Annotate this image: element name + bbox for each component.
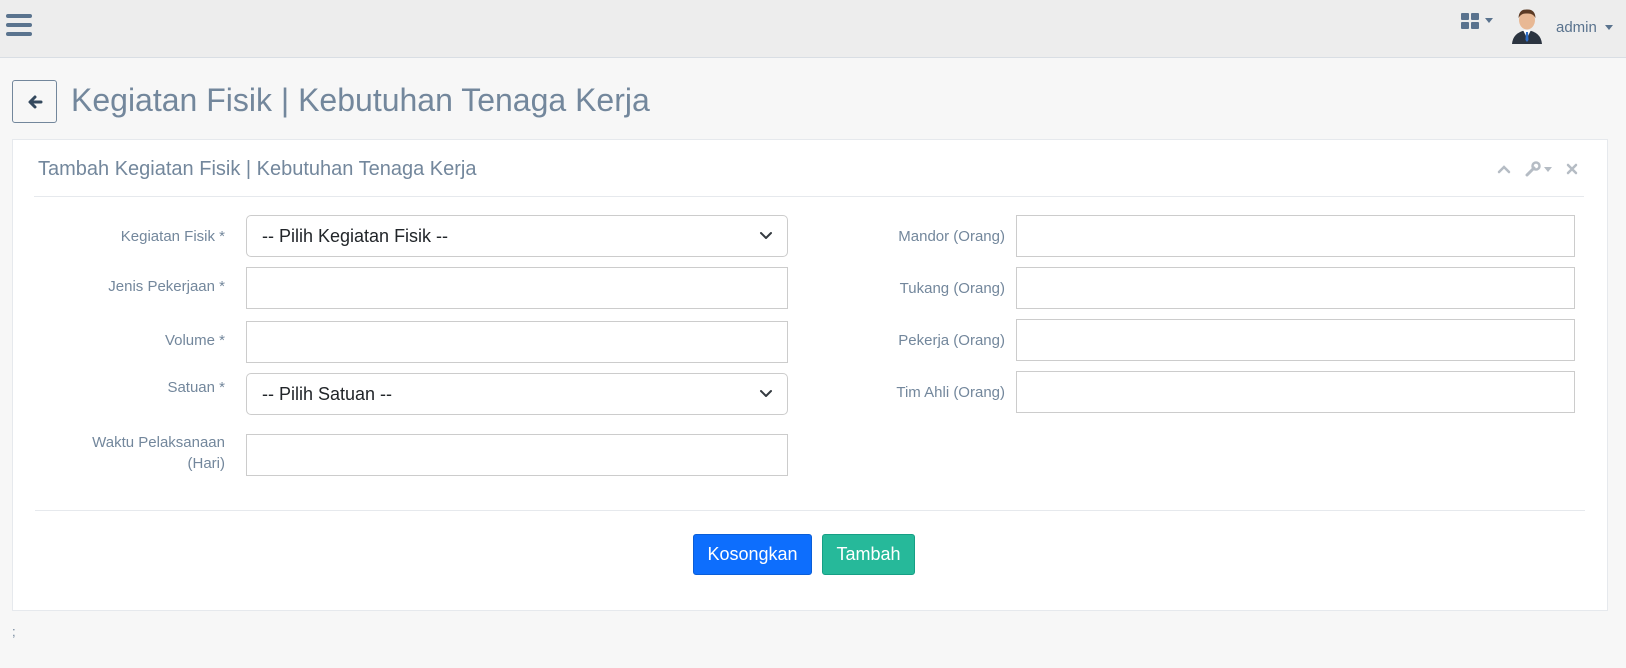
- kegiatan-fisik-selected: -- Pilih Kegiatan Fisik --: [262, 225, 449, 246]
- arrow-left-icon: [28, 95, 42, 108]
- username-label: admin: [1556, 18, 1597, 36]
- collapse-panel-button[interactable]: [1497, 164, 1511, 174]
- grid-icon: [1461, 13, 1479, 29]
- wrench-icon: [1525, 161, 1541, 177]
- close-panel-button[interactable]: [1566, 163, 1578, 175]
- tim-ahli-input[interactable]: [1016, 371, 1575, 413]
- panel-title: Tambah Kegiatan Fisik | Kebutuhan Tenaga…: [38, 158, 477, 180]
- satuan-label: Satuan *: [167, 379, 225, 396]
- reset-button[interactable]: Kosongkan: [693, 534, 812, 575]
- waktu-pelaksanaan-label: Waktu Pelaksanaan (Hari): [13, 432, 225, 474]
- submit-button[interactable]: Tambah: [822, 534, 915, 575]
- user-menu[interactable]: admin: [1556, 17, 1613, 37]
- chevron-down-icon: [760, 390, 772, 397]
- form-panel: Tambah Kegiatan Fisik | Kebutuhan Tenaga…: [12, 139, 1608, 611]
- avatar[interactable]: [1510, 8, 1544, 44]
- tim-ahli-label: Tim Ahli (Orang): [896, 384, 1005, 401]
- waktu-label-line2: (Hari): [187, 455, 226, 472]
- footer-text: ;: [12, 624, 16, 639]
- back-button[interactable]: [12, 80, 57, 123]
- close-icon: [1566, 163, 1578, 175]
- panel-divider: [34, 196, 1584, 197]
- form-divider: [35, 510, 1585, 511]
- kegiatan-fisik-label: Kegiatan Fisik *: [120, 228, 225, 245]
- tukang-input[interactable]: [1016, 267, 1575, 309]
- jenis-pekerjaan-input[interactable]: [246, 267, 788, 309]
- caret-down-icon: [1544, 166, 1552, 172]
- page-title: Kegiatan Fisik | Kebutuhan Tenaga Kerja: [71, 82, 650, 118]
- caret-down-icon: [1485, 18, 1493, 23]
- settings-dropdown-button[interactable]: [1525, 161, 1552, 177]
- chevron-up-icon: [1497, 165, 1511, 174]
- top-navbar: admin: [0, 0, 1626, 58]
- mandor-input[interactable]: [1016, 215, 1575, 257]
- caret-down-icon: [1604, 24, 1613, 30]
- waktu-pelaksanaan-input[interactable]: [246, 434, 788, 476]
- chevron-down-icon: [760, 232, 772, 239]
- hamburger-menu-icon[interactable]: [6, 14, 32, 38]
- pekerja-input[interactable]: [1016, 319, 1575, 361]
- pekerja-label: Pekerja (Orang): [898, 332, 1005, 349]
- tukang-label: Tukang (Orang): [899, 280, 1005, 297]
- jenis-pekerjaan-label: Jenis Pekerjaan *: [108, 278, 225, 295]
- apps-grid-dropdown[interactable]: [1461, 13, 1499, 29]
- satuan-selected: -- Pilih Satuan --: [262, 383, 393, 404]
- satuan-select[interactable]: -- Pilih Satuan --: [246, 373, 788, 415]
- volume-label: Volume *: [164, 332, 225, 349]
- volume-input[interactable]: [246, 321, 788, 363]
- waktu-label-line1: Waktu Pelaksanaan: [92, 434, 225, 451]
- kegiatan-fisik-select[interactable]: -- Pilih Kegiatan Fisik --: [246, 215, 788, 257]
- mandor-label: Mandor (Orang): [898, 228, 1005, 245]
- panel-toolbox: [1497, 160, 1578, 178]
